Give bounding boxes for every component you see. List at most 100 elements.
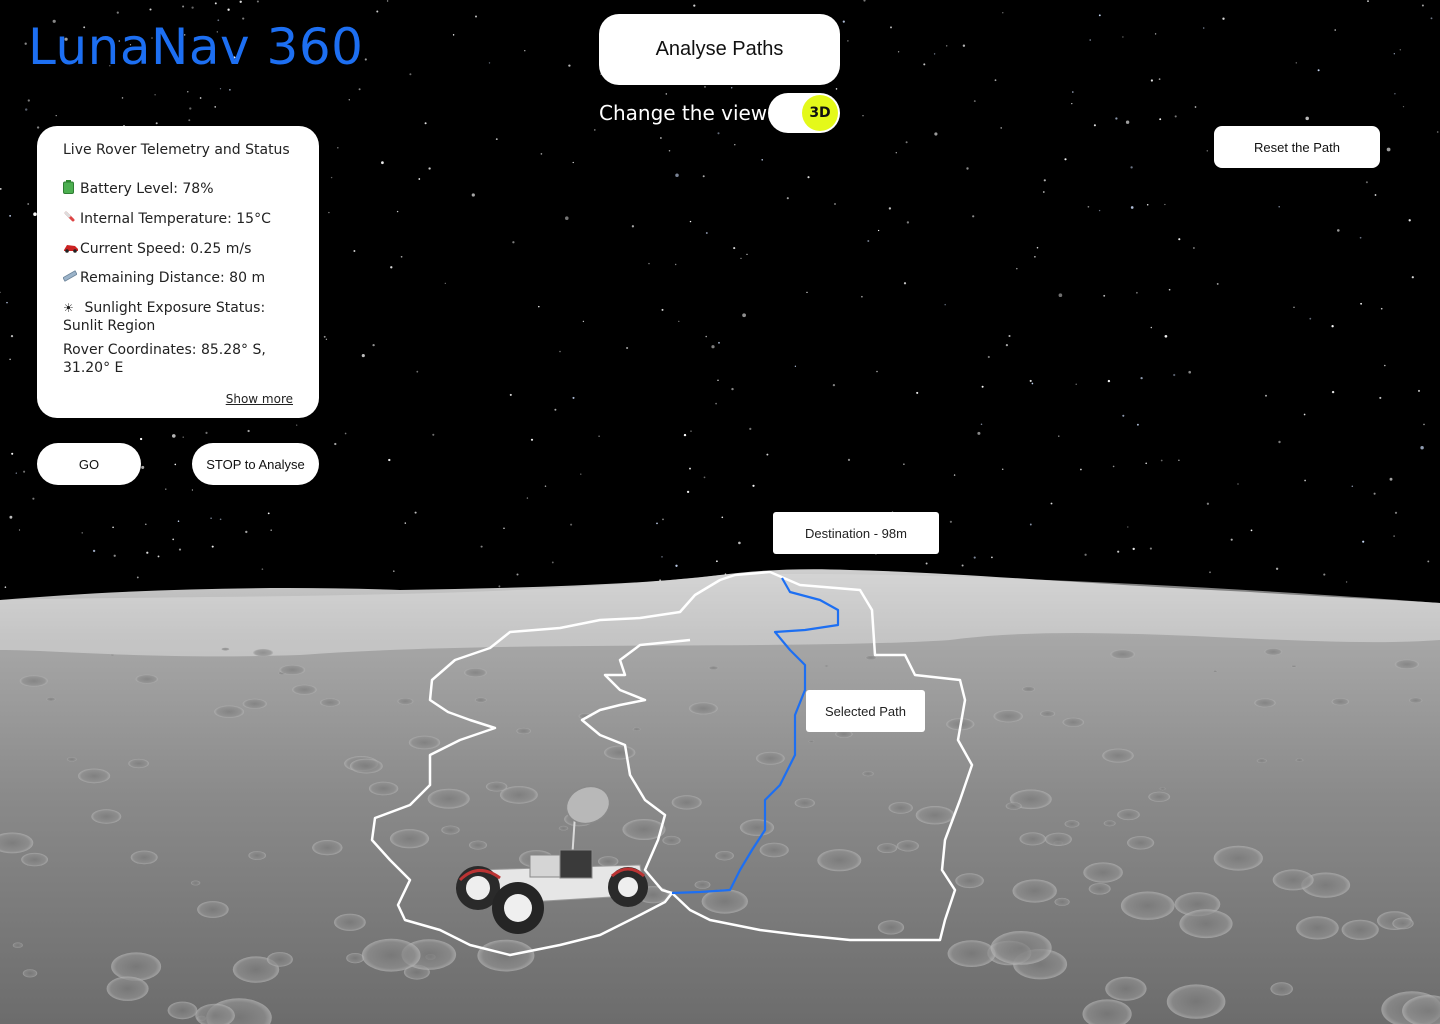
star	[136, 576, 139, 579]
crater	[19, 675, 48, 687]
sun-icon: ☀	[63, 301, 74, 315]
crater	[190, 880, 201, 886]
star	[1117, 550, 1120, 553]
star	[877, 229, 880, 232]
star	[903, 282, 907, 285]
analyse-paths-button[interactable]: Analyse Paths	[599, 14, 840, 85]
star	[702, 175, 705, 178]
go-button[interactable]: GO	[37, 443, 141, 485]
star	[934, 132, 938, 136]
star	[1222, 17, 1225, 20]
star	[1309, 317, 1312, 320]
crater	[1054, 897, 1070, 906]
star	[25, 108, 28, 111]
view-mode-knob: 3D	[802, 95, 838, 131]
crater	[397, 698, 414, 705]
star	[1362, 540, 1365, 543]
star	[544, 485, 547, 487]
star	[749, 427, 752, 431]
star	[1089, 39, 1091, 41]
star	[862, 115, 864, 117]
star	[512, 241, 515, 244]
star	[165, 488, 167, 490]
star	[1125, 120, 1130, 124]
distance-row: Remaining Distance: 80 m	[62, 269, 293, 288]
crater	[1064, 820, 1080, 828]
crater	[1392, 917, 1414, 930]
crater	[130, 850, 158, 865]
star	[711, 345, 715, 349]
view-mode-toggle[interactable]: 3D	[768, 93, 840, 133]
star	[432, 433, 435, 436]
crater	[474, 697, 487, 703]
internal-temperature: Internal Temperature: 15°C	[80, 211, 271, 227]
star	[214, 106, 216, 108]
show-more-link[interactable]: Show more	[226, 392, 293, 406]
star	[906, 221, 910, 224]
crater	[221, 647, 230, 651]
star	[1420, 445, 1424, 450]
star	[188, 119, 191, 122]
crater	[214, 705, 245, 718]
star	[428, 167, 431, 170]
star	[388, 458, 391, 462]
crater	[46, 697, 56, 702]
star	[32, 497, 35, 500]
star	[112, 526, 114, 529]
star	[1303, 413, 1306, 416]
star	[761, 159, 763, 161]
reset-path-button[interactable]: Reset the Path	[1214, 126, 1380, 168]
crater	[1062, 717, 1085, 727]
star	[1188, 370, 1192, 374]
star	[256, 0, 259, 3]
star	[526, 497, 529, 499]
star	[923, 63, 926, 66]
crater	[361, 938, 421, 972]
stop-analyse-button[interactable]: STOP to Analyse	[192, 443, 319, 485]
crater	[312, 840, 343, 856]
crater	[558, 825, 569, 831]
star	[116, 11, 119, 14]
star	[23, 470, 26, 473]
star	[144, 523, 147, 526]
star	[227, 8, 230, 11]
crater	[349, 758, 383, 774]
star	[1103, 294, 1106, 297]
crater	[1213, 845, 1263, 871]
star	[598, 435, 600, 438]
star	[734, 144, 736, 146]
star	[139, 437, 143, 441]
star	[372, 343, 375, 347]
crater	[947, 940, 996, 967]
star	[832, 383, 836, 387]
star	[1351, 485, 1354, 487]
crater	[408, 735, 441, 750]
star	[364, 58, 367, 61]
star	[6, 301, 8, 304]
star	[1140, 376, 1143, 380]
star	[1168, 288, 1171, 291]
star	[214, 2, 217, 5]
star	[1206, 150, 1209, 152]
crater	[464, 668, 487, 678]
star	[1394, 511, 1398, 514]
crater	[279, 664, 306, 675]
star	[973, 556, 976, 559]
star	[1323, 573, 1326, 576]
star	[661, 308, 664, 311]
star	[330, 176, 333, 179]
star	[9, 215, 11, 217]
selected-path-tag[interactable]: Selected Path	[806, 690, 925, 732]
star	[245, 530, 248, 534]
crater	[877, 920, 905, 935]
star	[730, 87, 733, 89]
crater	[197, 901, 229, 918]
crater	[759, 842, 789, 858]
star	[1136, 423, 1139, 426]
crater	[688, 702, 718, 715]
star	[247, 429, 250, 433]
star	[393, 570, 395, 572]
star	[1192, 247, 1195, 249]
star	[717, 132, 720, 135]
star	[689, 467, 691, 470]
